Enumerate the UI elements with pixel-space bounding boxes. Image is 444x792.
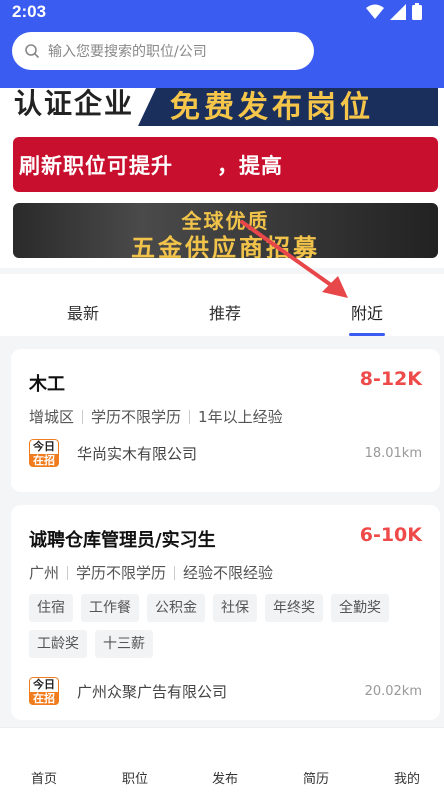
divider <box>67 565 69 580</box>
benefit-tag: 工作餐 <box>81 594 139 622</box>
job-location: 广州 <box>29 564 60 582</box>
bottom-nav: 首页 职位 发布 简历 我的 <box>0 727 444 792</box>
job-distance: 20.02km <box>364 684 422 699</box>
status-time: 2:03 <box>12 2 47 21</box>
banner-refresh-text: 刷新职位可提升 ，提高 <box>19 153 283 178</box>
benefit-tag: 全勤奖 <box>331 594 389 622</box>
badge-top: 今日 <box>29 677 59 692</box>
divider <box>82 409 84 424</box>
banner-supplier-recruit[interactable]: 全球优质 五金供应商招募 <box>13 203 438 258</box>
tab-latest[interactable]: 最新 <box>67 300 99 324</box>
job-location: 增城区 <box>29 408 75 426</box>
banner-refresh-jobs[interactable]: 刷新职位可提升 ，提高 <box>13 137 438 192</box>
job-title: 木工 <box>29 374 65 395</box>
tab-recommended[interactable]: 推荐 <box>209 300 241 324</box>
benefit-tags: 住宿 工作餐 公积金 社保 年终奖 全勤奖 工龄奖 十三薪 <box>29 594 429 658</box>
job-salary: 8-12K <box>359 368 422 390</box>
nav-jobs[interactable]: 职位 <box>122 768 148 787</box>
benefit-tag: 十三薪 <box>95 630 153 658</box>
search-bar[interactable]: 输入您要搜索的职位/公司 <box>12 32 314 70</box>
company-row: 今日 在招 华尚实木有限公司 <box>29 439 197 467</box>
app-header: 2:03 输入您要搜索的职位/公司 <box>0 0 444 88</box>
nav-profile[interactable]: 我的 <box>394 768 420 787</box>
job-card[interactable]: 诚聘仓库管理员/实习生 6-10K 广州 学历不限学历 经验不限经验 住宿 工作… <box>11 505 440 720</box>
job-meta: 增城区 学历不限学历 1年以上经验 <box>29 406 283 427</box>
banner-text-right: 免费发布岗位 <box>170 90 374 125</box>
divider <box>189 409 191 424</box>
banner-supplier-line2: 五金供应商招募 <box>131 234 320 258</box>
battery-icon <box>412 3 422 20</box>
search-icon <box>25 44 40 59</box>
benefit-tag: 公积金 <box>147 594 205 622</box>
job-salary: 6-10K <box>359 524 422 546</box>
benefit-tag: 住宿 <box>29 594 73 622</box>
nav-post[interactable]: 发布 <box>212 768 238 787</box>
badge-bottom: 在招 <box>29 692 59 705</box>
company-row: 今日 在招 广州众聚广告有限公司 <box>29 677 227 705</box>
job-education: 学历不限学历 <box>76 564 167 582</box>
divider <box>174 565 176 580</box>
badge-top: 今日 <box>29 439 59 454</box>
benefit-tag: 社保 <box>213 594 257 622</box>
company-name: 华尚实木有限公司 <box>77 444 198 463</box>
job-meta: 广州 学历不限学历 经验不限经验 <box>29 562 273 583</box>
company-name: 广州众聚广告有限公司 <box>77 682 228 701</box>
job-distance: 18.01km <box>364 446 422 461</box>
badge-bottom: 在招 <box>29 454 59 467</box>
annotation-arrow-icon <box>240 220 348 298</box>
nav-resume[interactable]: 简历 <box>303 768 329 787</box>
tab-active-indicator <box>349 333 385 336</box>
benefit-tag: 工龄奖 <box>29 630 87 658</box>
benefit-tag: 年终奖 <box>265 594 323 622</box>
job-title: 诚聘仓库管理员/实习生 <box>29 530 216 551</box>
job-education: 学历不限学历 <box>91 408 182 426</box>
search-input[interactable]: 输入您要搜索的职位/公司 <box>48 41 207 61</box>
job-tabs: 最新 推荐 附近 <box>0 274 444 336</box>
signal-icon <box>390 3 406 20</box>
banner-text-left: 认证企业 <box>14 88 135 120</box>
hiring-today-badge: 今日 在招 <box>29 677 59 705</box>
banner-certified-enterprise[interactable]: 认证企业 免费发布岗位 <box>0 88 438 128</box>
hiring-today-badge: 今日 在招 <box>29 439 59 467</box>
banner-right-panel: 免费发布岗位 <box>138 88 438 126</box>
banner-area: 认证企业 免费发布岗位 刷新职位可提升 ，提高 全球优质 五金供应商招募 <box>0 88 444 268</box>
status-icons <box>366 3 422 20</box>
nav-home[interactable]: 首页 <box>31 768 57 787</box>
job-experience: 经验不限经验 <box>183 564 274 582</box>
job-experience: 1年以上经验 <box>198 408 283 426</box>
job-card[interactable]: 木工 8-12K 增城区 学历不限学历 1年以上经验 今日 在招 华尚实木有限公… <box>11 349 440 492</box>
wifi-icon <box>366 4 384 19</box>
status-bar: 2:03 <box>0 0 444 26</box>
